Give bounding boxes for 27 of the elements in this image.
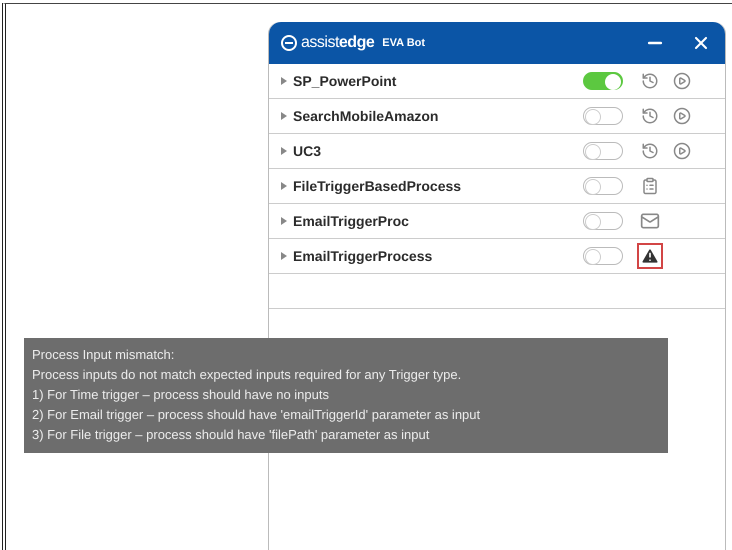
process-name: EmailTriggerProc xyxy=(293,213,409,229)
process-name: FileTriggerBasedProcess xyxy=(293,178,462,194)
toggle-switch[interactable] xyxy=(583,72,623,90)
process-name: UC3 xyxy=(293,143,322,159)
toggle-switch[interactable] xyxy=(583,212,623,230)
expand-icon[interactable] xyxy=(281,112,287,120)
logo-icon xyxy=(281,35,297,51)
tooltip-text: Process inputs do not match expected inputs required for any Trigger type. xyxy=(32,366,462,383)
tooltip-text: 2) For Email trigger – process should have 'emailTriggerId' parameter as input xyxy=(32,406,482,423)
toggle-switch[interactable] xyxy=(583,107,623,125)
tooltip-text: 3) For File trigger – process should have 'filePath' parameter as input xyxy=(32,426,430,443)
warning-icon[interactable] xyxy=(637,243,663,269)
toggle-switch[interactable] xyxy=(583,142,623,160)
process-name: SearchMobileAmazon xyxy=(293,108,438,124)
window-title: EVA Bot xyxy=(382,37,426,49)
brand-name: assistedge xyxy=(301,34,374,52)
toggle-switch[interactable] xyxy=(583,247,623,265)
toggle-switch[interactable] xyxy=(583,177,623,195)
expand-icon[interactable] xyxy=(281,217,287,225)
tooltip-text: 1) For Time trigger – process should have no inputs xyxy=(32,386,330,403)
expand-icon[interactable] xyxy=(281,182,287,190)
expand-icon[interactable] xyxy=(281,147,287,155)
process-name: SP_PowerPoint xyxy=(293,73,396,89)
expand-icon[interactable] xyxy=(281,77,287,85)
expand-icon[interactable] xyxy=(281,252,287,260)
tooltip-text: Process Input mismatch: xyxy=(32,346,176,363)
process-name: EmailTriggerProcess xyxy=(293,248,432,264)
